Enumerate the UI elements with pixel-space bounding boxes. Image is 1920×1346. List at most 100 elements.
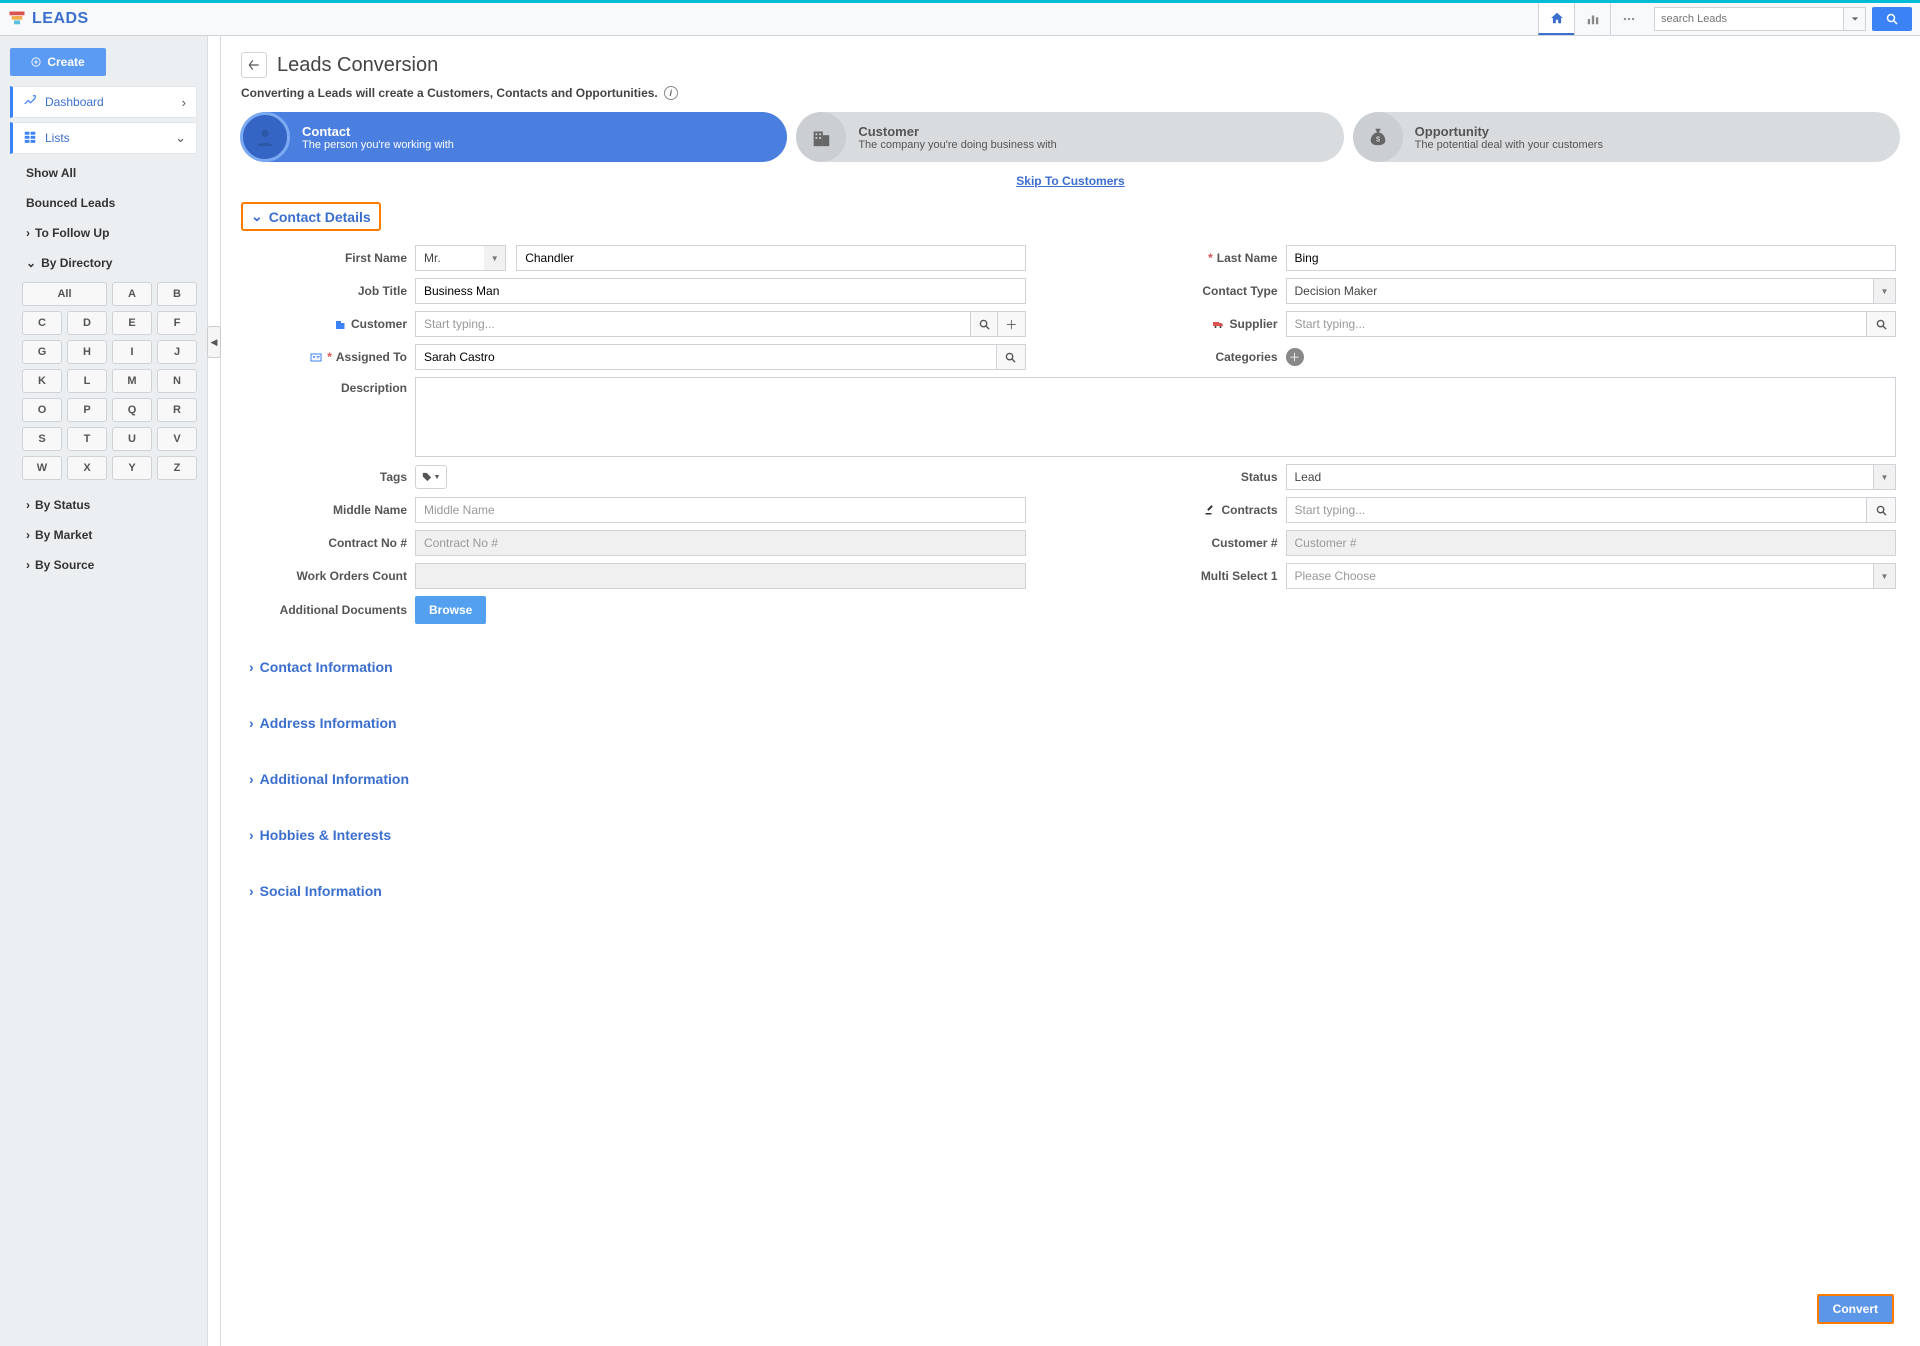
alpha-r[interactable]: R (157, 398, 197, 422)
ellipsis-icon (1622, 12, 1636, 26)
alpha-z[interactable]: Z (157, 456, 197, 480)
alpha-n[interactable]: N (157, 369, 197, 393)
alpha-u[interactable]: U (112, 427, 152, 451)
categories-add-button[interactable]: ＋ (1286, 348, 1304, 366)
alpha-v[interactable]: V (157, 427, 197, 451)
sidebar-by-status[interactable]: ›By Status (22, 490, 197, 520)
more-button[interactable] (1610, 3, 1646, 35)
alpha-k[interactable]: K (22, 369, 62, 393)
label-categories: Categories (1116, 350, 1286, 364)
info-icon[interactable]: i (664, 86, 678, 100)
alpha-y[interactable]: Y (112, 456, 152, 480)
section-contact-details[interactable]: ⌄ Contact Details (241, 202, 381, 231)
nav-lists[interactable]: Lists ⌄ (10, 122, 197, 154)
alpha-e[interactable]: E (112, 311, 152, 335)
sidebar-by-directory[interactable]: ⌄By Directory (22, 248, 197, 278)
customer-search-button[interactable] (971, 311, 998, 337)
convert-button[interactable]: Convert (1817, 1294, 1894, 1324)
wizard-contact-title: Contact (302, 124, 454, 139)
assigned-to-input[interactable] (415, 344, 997, 370)
description-input[interactable] (415, 377, 1896, 457)
alpha-c[interactable]: C (22, 311, 62, 335)
section-additional-info[interactable]: ›Additional Information (241, 767, 1900, 791)
search-button[interactable] (1872, 7, 1912, 31)
middle-name-input[interactable] (415, 497, 1026, 523)
create-label: Create (47, 55, 84, 69)
sidebar-bounced[interactable]: Bounced Leads (22, 188, 197, 218)
alpha-p[interactable]: P (67, 398, 107, 422)
alpha-x[interactable]: X (67, 456, 107, 480)
label-tags: Tags (245, 470, 415, 484)
alpha-s[interactable]: S (22, 427, 62, 451)
multi-select[interactable]: Please Choose (1286, 563, 1875, 589)
search-input[interactable] (1654, 7, 1844, 31)
supplier-search-button[interactable] (1867, 311, 1896, 337)
label-add-docs: Additional Documents (245, 603, 415, 617)
chevron-right-icon: › (26, 528, 30, 542)
supplier-input[interactable] (1286, 311, 1868, 337)
line-chart-icon (23, 94, 37, 111)
create-button[interactable]: Create (10, 48, 106, 76)
building-icon (333, 318, 347, 330)
label-description: Description (245, 377, 415, 395)
browse-button[interactable]: Browse (415, 596, 486, 624)
alpha-d[interactable]: D (67, 311, 107, 335)
customer-add-button[interactable]: ＋ (998, 311, 1025, 337)
alpha-g[interactable]: G (22, 340, 62, 364)
label-contact-type: Contact Type (1116, 284, 1286, 298)
sidebar-by-source[interactable]: ›By Source (22, 550, 197, 580)
alpha-all[interactable]: All (22, 282, 107, 306)
sidebar-show-all[interactable]: Show All (22, 158, 197, 188)
money-bag-icon: $ (1353, 112, 1403, 162)
splitter-handle[interactable]: ◀ (207, 326, 221, 358)
title-select-dropdown[interactable]: ▼ (484, 245, 506, 271)
home-button[interactable] (1538, 3, 1574, 35)
assigned-search-button[interactable] (997, 344, 1026, 370)
alpha-l[interactable]: L (67, 369, 107, 393)
alpha-t[interactable]: T (67, 427, 107, 451)
first-name-input[interactable] (516, 245, 1025, 271)
last-name-input[interactable] (1286, 245, 1897, 271)
status-dropdown[interactable]: ▼ (1874, 464, 1896, 490)
section-hobbies[interactable]: ›Hobbies & Interests (241, 823, 1900, 847)
wizard-opportunity[interactable]: $ OpportunityThe potential deal with you… (1354, 112, 1900, 162)
stats-button[interactable] (1574, 3, 1610, 35)
sidebar-followup[interactable]: ›To Follow Up (22, 218, 197, 248)
alpha-w[interactable]: W (22, 456, 62, 480)
plus-circle-icon (31, 57, 41, 67)
alpha-o[interactable]: O (22, 398, 62, 422)
wizard-contact-sub: The person you're working with (302, 139, 454, 151)
alpha-b[interactable]: B (157, 282, 197, 306)
section-social[interactable]: ›Social Information (241, 879, 1900, 903)
label-customer-no: Customer # (1116, 536, 1286, 550)
label-work-orders: Work Orders Count (245, 569, 415, 583)
tags-button[interactable]: ▼ (415, 465, 447, 489)
status-select[interactable]: Lead (1286, 464, 1875, 490)
multi-select-dropdown[interactable]: ▼ (1874, 563, 1896, 589)
title-select[interactable]: Mr. (415, 245, 484, 271)
alpha-j[interactable]: J (157, 340, 197, 364)
back-button[interactable] (241, 52, 267, 78)
search-dropdown[interactable] (1844, 7, 1866, 31)
alpha-i[interactable]: I (112, 340, 152, 364)
section-contact-info[interactable]: ›Contact Information (241, 655, 1900, 679)
skip-link[interactable]: Skip To Customers (1016, 174, 1124, 188)
contracts-search-button[interactable] (1867, 497, 1896, 523)
nav-dashboard[interactable]: Dashboard › (10, 86, 197, 118)
alpha-h[interactable]: H (67, 340, 107, 364)
alpha-m[interactable]: M (112, 369, 152, 393)
wizard-contact[interactable]: ContactThe person you're working with (241, 112, 787, 162)
wizard-customer[interactable]: CustomerThe company you're doing busines… (797, 112, 1343, 162)
label-contracts: Contracts (1221, 503, 1277, 517)
alpha-f[interactable]: F (157, 311, 197, 335)
chevron-right-icon: › (182, 95, 186, 110)
customer-input[interactable] (415, 311, 971, 337)
contact-type-dropdown[interactable]: ▼ (1874, 278, 1896, 304)
contracts-input[interactable] (1286, 497, 1868, 523)
job-title-input[interactable] (415, 278, 1026, 304)
alpha-q[interactable]: Q (112, 398, 152, 422)
contact-type-select[interactable]: Decision Maker (1286, 278, 1875, 304)
alpha-a[interactable]: A (112, 282, 152, 306)
sidebar-by-market[interactable]: ›By Market (22, 520, 197, 550)
section-address-info[interactable]: ›Address Information (241, 711, 1900, 735)
